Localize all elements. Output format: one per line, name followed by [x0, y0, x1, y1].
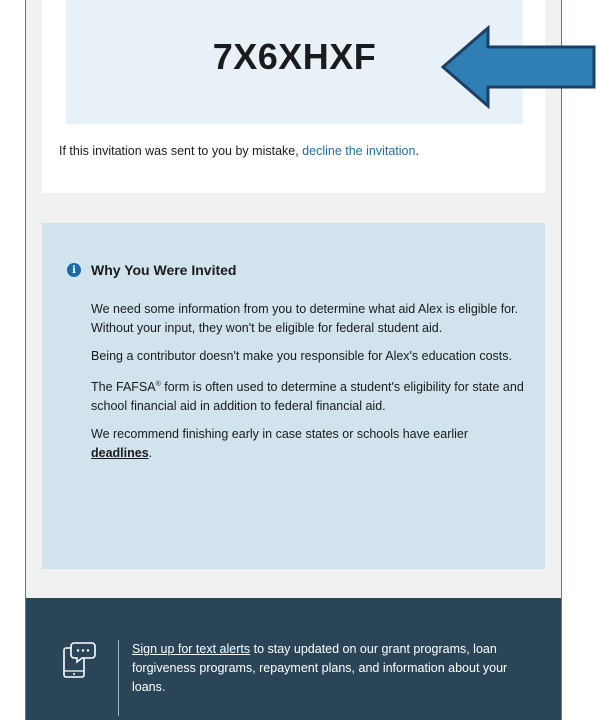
phone-chat-icon	[63, 642, 96, 678]
text-alerts-signup-link[interactable]: Sign up for text alerts	[132, 642, 250, 656]
mistake-notice-period: .	[415, 144, 419, 158]
decline-invitation-link[interactable]: decline the invitation	[302, 144, 415, 158]
footer-message: Sign up for text alerts to stay updated …	[132, 640, 542, 697]
why-invited-paragraph-1: We need some information from you to det…	[91, 302, 519, 335]
deadlines-link[interactable]: deadlines	[91, 446, 149, 460]
mistake-notice: If this invitation was sent to you by mi…	[59, 144, 419, 158]
left-arrow-annotation	[440, 25, 596, 109]
why-invited-panel: i Why You Were Invited We need some info…	[42, 223, 545, 569]
why-invited-paragraph-2: Being a contributor doesn't make you res…	[91, 349, 512, 363]
recommend-period: .	[148, 446, 153, 461]
why-invited-paragraph-3: The FAFSA® form is often used to determi…	[91, 375, 529, 416]
info-circle-icon: i	[67, 263, 81, 277]
fafsa-text: The FAFSA	[91, 380, 156, 395]
footer-divider	[118, 640, 119, 716]
mistake-notice-text: If this invitation was sent to you by mi…	[59, 144, 303, 158]
why-invited-body: We need some information from you to det…	[91, 300, 529, 472]
why-invited-title: Why You Were Invited	[91, 262, 237, 278]
invitation-code: 7X6XHXF	[212, 36, 377, 77]
why-invited-paragraph-4: We recommend finishing early in case sta…	[91, 425, 529, 463]
recommend-text: We recommend finishing early in case sta…	[91, 427, 469, 442]
why-invited-header: i Why You Were Invited	[67, 262, 236, 278]
footer-banner: Sign up for text alerts to stay updated …	[26, 598, 561, 720]
